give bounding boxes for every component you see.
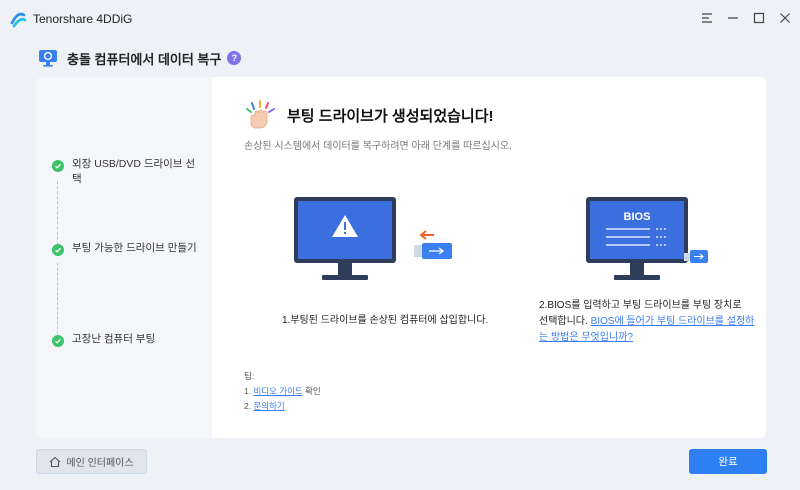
title-bar: Tenorshare 4DDiG xyxy=(0,0,800,38)
content-title: 부팅 드라이브가 생성되었습니다! xyxy=(287,108,494,125)
instruction-2-line1: 2.BIOS를 입력하고 부팅 드라이브를 부팅 장치로 xyxy=(539,300,742,311)
home-icon xyxy=(50,456,61,467)
content-description: 손상된 시스템에서 데이터를 복구하려면 아래 단계를 따르십시오. xyxy=(244,141,512,152)
tips-section: 팁: 1. 비디오 가이드 확인 2. 문의하기 xyxy=(244,369,321,414)
tip-item: 1. 비디오 가이드 확인 xyxy=(244,384,321,399)
minimize-button[interactable] xyxy=(726,10,740,26)
instruction-1: 1.부팅된 드라이브를 손상된 컴퓨터에 삽입합니다. xyxy=(282,315,489,326)
window-controls xyxy=(700,10,792,26)
steps-sidebar: 외장 USB/DVD 드라이브 선택 부팅 가능한 드라이브 만들기 고장난 컴… xyxy=(36,77,212,438)
step-item-boot-computer: 고장난 컴퓨터 부팅 xyxy=(52,332,202,347)
video-guide-link[interactable]: 비디오 가이드 xyxy=(253,386,302,396)
check-icon xyxy=(52,335,64,347)
celebration-hand-icon xyxy=(246,100,275,129)
tip-item: 2. 문의하기 xyxy=(244,399,321,414)
instruction-2-line2: 선택합니다. xyxy=(539,316,588,327)
app-title: Tenorshare 4DDiG xyxy=(33,12,133,26)
content-area: 부팅 드라이브가 생성되었습니다! 손상된 시스템에서 데이터를 복구하려면 아… xyxy=(212,77,766,438)
minimize-icon xyxy=(728,17,738,19)
contact-link[interactable]: 문의하기 xyxy=(253,401,284,411)
bios-illustration: BIOS xyxy=(586,197,708,280)
instruction-2: 2.BIOS를 입력하고 부팅 드라이브를 부팅 장치로 선택합니다. BIOS… xyxy=(539,298,759,346)
menu-button[interactable] xyxy=(700,10,714,26)
bios-screen-label: BIOS xyxy=(624,211,651,223)
step-label: 부팅 가능한 드라이브 만들기 xyxy=(72,242,197,254)
step-connector xyxy=(57,263,58,339)
close-button[interactable] xyxy=(778,10,792,26)
main-interface-button[interactable]: 메인 인터페이스 xyxy=(36,449,147,474)
maximize-icon xyxy=(753,12,765,24)
done-button[interactable]: 완료 xyxy=(689,449,767,474)
page-title: 충돌 컴퓨터에서 데이터 복구 xyxy=(67,51,222,67)
check-icon xyxy=(52,160,64,172)
step-label: 고장난 컴퓨터 부팅 xyxy=(72,333,156,345)
main-interface-label: 메인 인터페이스 xyxy=(66,458,134,469)
main-card: 외장 USB/DVD 드라이브 선택 부팅 가능한 드라이브 만들기 고장난 컴… xyxy=(36,77,766,438)
menu-icon xyxy=(702,13,712,23)
step-item-select-drive: 외장 USB/DVD 드라이브 선택 xyxy=(52,157,202,187)
help-icon[interactable]: ? xyxy=(227,51,242,65)
tips-heading: 팁: xyxy=(244,371,255,381)
step-item-create-boot-drive: 부팅 가능한 드라이브 만들기 xyxy=(52,241,202,256)
computer-recovery-icon xyxy=(39,50,57,67)
insert-usb-illustration xyxy=(294,197,452,280)
check-icon xyxy=(52,244,64,256)
app-logo-icon xyxy=(10,12,27,28)
page-header: 충돌 컴퓨터에서 데이터 복구 ? xyxy=(38,47,242,69)
tip-suffix: 확인 xyxy=(302,386,321,396)
step-label: 외장 USB/DVD 드라이브 선택 xyxy=(72,158,196,185)
maximize-button[interactable] xyxy=(752,10,766,26)
close-icon xyxy=(780,13,790,23)
